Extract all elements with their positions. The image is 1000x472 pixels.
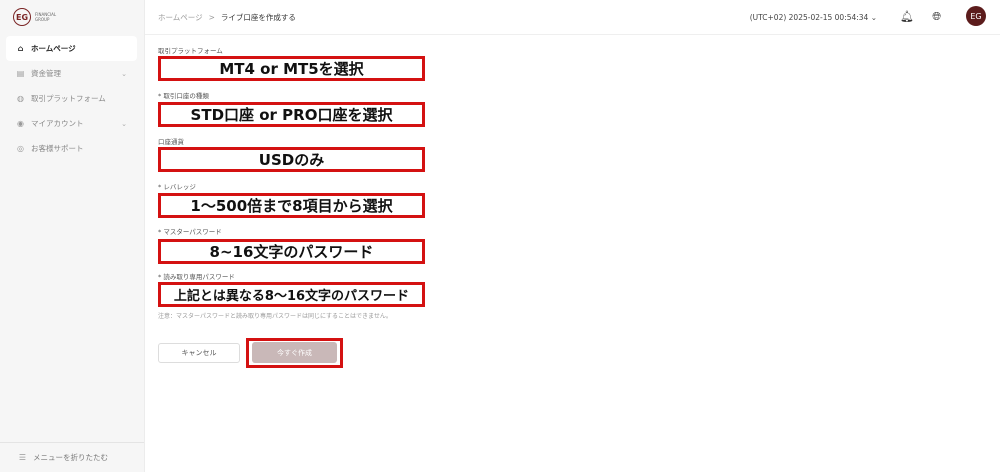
logo-text: FINANCIAL GROUP	[35, 12, 57, 22]
platform-label: 取引プラットフォーム	[158, 47, 223, 55]
support-icon: ◎	[17, 144, 24, 153]
sidebar-item-support[interactable]: ◎ お客様サポート	[6, 136, 137, 161]
collapse-menu-label: メニューを折りたたむ	[33, 453, 108, 462]
sidebar-nav: ⌂ ホームページ ▤ 資金管理 ⌄ ◍ 取引プラットフォーム ◉ マイアカウント…	[6, 36, 137, 161]
timezone-clock: (UTC+02) 2025-02-15 00:54:34	[749, 12, 869, 22]
collapse-menu-icon: ☰	[18, 453, 27, 462]
readonly-password-label: * 読み取り専用パスワード	[158, 273, 235, 281]
header-tools: (UTC+02) 2025-02-15 00:54:34 ⌄ 🔔︎ 🌐︎ EG	[700, 0, 1000, 34]
create-now-button[interactable]: 今すぐ作成	[252, 342, 337, 363]
readonly-password-input[interactable]: 上記とは異なる8〜16文字のパスワード	[158, 282, 425, 307]
collapse-menu-button[interactable]: ☰ メニューを折りたたむ	[0, 442, 144, 472]
sidebar-item-label: ホームページ	[31, 44, 76, 53]
platform-select[interactable]: MT4 or MT5を選択	[158, 56, 425, 81]
currency-label: 口座通貨	[158, 138, 184, 146]
sidebar-item-label: 取引プラットフォーム	[31, 94, 106, 103]
globe-icon[interactable]: 🌐︎	[932, 10, 941, 24]
chevron-down-icon: ⌄	[121, 119, 127, 128]
account-type-label: * 取引口座の種類	[158, 92, 209, 100]
breadcrumb-current: ライブ口座を作成する	[220, 12, 296, 22]
master-password-input[interactable]: 8~16文字のパスワード	[158, 239, 425, 264]
chevron-down-icon: ⌄	[121, 69, 127, 78]
breadcrumb-home-link[interactable]: ホームページ	[158, 12, 203, 23]
bell-icon[interactable]: 🔔︎	[900, 10, 914, 23]
wallet-icon: ▤	[16, 69, 25, 78]
account-type-select[interactable]: STD口座 or PRO口座を選択	[158, 102, 425, 127]
brand-logo[interactable]: EG FINANCIAL GROUP	[13, 8, 61, 26]
password-note: 注意：マスターパスワードと読み取り専用パスワードは同じにすることはできません。	[158, 313, 392, 320]
platform-icon: ◍	[17, 94, 24, 103]
logo-mark: EG	[13, 8, 31, 26]
sidebar-item-funds[interactable]: ▤ 資金管理 ⌄	[6, 61, 137, 86]
timezone-selector[interactable]: (UTC+02) 2025-02-15 00:54:34 ⌄	[750, 13, 877, 22]
avatar[interactable]: EG	[966, 6, 986, 26]
sidebar-item-label: マイアカウント	[31, 119, 84, 128]
sidebar: EG FINANCIAL GROUP ⌂ ホームページ ▤ 資金管理 ⌄ ◍ 取…	[0, 0, 145, 472]
leverage-label: * レバレッジ	[158, 183, 196, 191]
chevron-down-icon: ⌄	[870, 12, 877, 22]
breadcrumb-separator-icon: >	[208, 12, 215, 22]
leverage-select[interactable]: 1〜500倍まで8項目から選択	[158, 193, 425, 218]
avatar-mark: EG	[970, 11, 982, 21]
sidebar-item-label: 資金管理	[31, 69, 61, 78]
sidebar-item-platform[interactable]: ◍ 取引プラットフォーム	[6, 86, 137, 111]
master-password-label: * マスターパスワード	[158, 228, 222, 236]
cancel-button[interactable]: キャンセル	[158, 343, 240, 363]
currency-select[interactable]: USDのみ	[158, 147, 425, 172]
breadcrumb: ホームページ > ライブ口座を作成する	[158, 12, 296, 23]
sidebar-item-home[interactable]: ⌂ ホームページ	[6, 36, 137, 61]
home-icon: ⌂	[17, 44, 24, 53]
sidebar-item-label: お客様サポート	[31, 144, 84, 153]
sidebar-item-account[interactable]: ◉ マイアカウント ⌄	[6, 111, 137, 136]
top-header: ホームページ > ライブ口座を作成する (UTC+02) 2025-02-15 …	[145, 0, 1000, 35]
user-icon: ◉	[17, 119, 24, 128]
